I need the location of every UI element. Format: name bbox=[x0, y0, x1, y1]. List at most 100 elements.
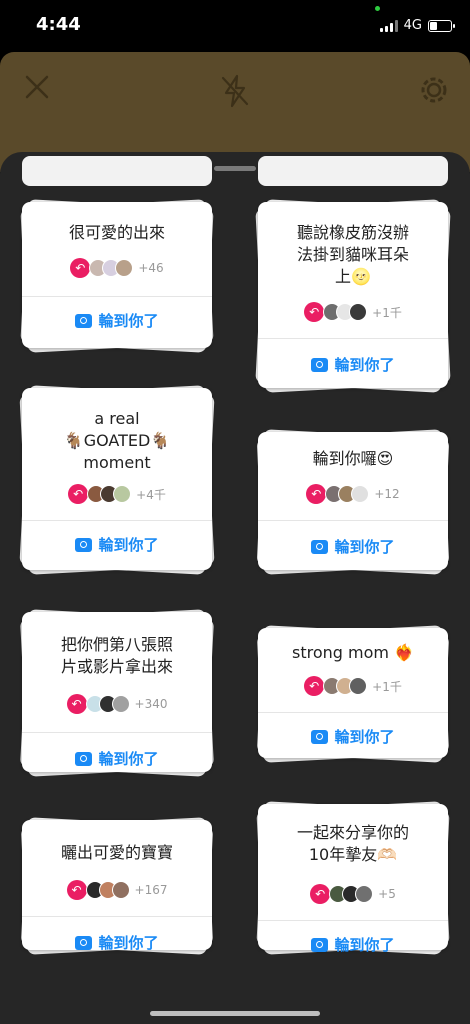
prompt-text: 很可愛的出來 bbox=[22, 222, 212, 244]
your-turn-label: 輪到你了 bbox=[98, 750, 159, 768]
participants-row: ↶ +340 bbox=[22, 694, 212, 714]
participants-row: ↶ +5 bbox=[258, 884, 448, 904]
card-face: 曬出可愛的寶寶 ↶ +167 輪到你了 bbox=[22, 820, 212, 953]
card-face: 很可愛的出來 ↶ +46 輪到你了 bbox=[22, 202, 212, 348]
prompt-text: 一起來分享你的 10年摯友🫶🏻 bbox=[258, 822, 448, 866]
reply-icon: ↶ bbox=[70, 258, 91, 278]
your-turn-button[interactable]: 輪到你了 bbox=[258, 536, 448, 557]
divider bbox=[22, 916, 212, 917]
prompt-line: 10年摯友🫶🏻 bbox=[308, 845, 398, 864]
card-face: 聽說橡皮筋沒辦 法掛到貓咪耳朵 上🌝 ↶ +1千輪到你了 bbox=[258, 202, 448, 388]
status-time: 4:44 bbox=[36, 14, 81, 35]
prompt-card[interactable]: 很可愛的出來 ↶ +46 輪到你了 bbox=[20, 199, 214, 353]
divider bbox=[22, 732, 212, 733]
avatar bbox=[349, 677, 368, 695]
prompt-card[interactable]: 聽說橡皮筋沒辦 法掛到貓咪耳朵 上🌝 ↶ +1千輪到你了 bbox=[255, 199, 451, 393]
prompt-card[interactable]: 輪到你囉😍 ↶ +12 輪到你了 bbox=[256, 429, 450, 575]
card-face: 把你們第八張照 片或影片拿出來 ↶ +340 輪到你了 bbox=[22, 612, 212, 772]
card-face: strong mom ❤️‍🔥 ↶ +1千輪到你了 bbox=[258, 628, 448, 758]
participants-row: ↶ +1千 bbox=[258, 676, 448, 696]
participant-count: +340 bbox=[134, 697, 168, 711]
prompt-line: 🐐GOATED🐐 bbox=[63, 431, 171, 450]
close-icon[interactable] bbox=[24, 74, 50, 106]
reply-icon: ↶ bbox=[66, 694, 87, 714]
card-face: 一起來分享你的 10年摯友🫶🏻 ↶ +5 輪到你了 bbox=[258, 804, 448, 954]
camera-icon bbox=[75, 313, 93, 328]
prompt-line: 輪到你囉😍 bbox=[312, 449, 394, 468]
divider bbox=[258, 520, 448, 521]
prompt-line: 聽說橡皮筋沒辦 bbox=[296, 223, 409, 242]
reply-icon: ↶ bbox=[310, 884, 331, 904]
settings-icon[interactable] bbox=[418, 74, 450, 112]
sheet-grabber[interactable] bbox=[214, 166, 256, 171]
prompt-card[interactable]: strong mom ❤️‍🔥 ↶ +1千輪到你了 bbox=[256, 625, 450, 763]
card-face: 輪到你囉😍 ↶ +12 輪到你了 bbox=[258, 432, 448, 570]
participants-row: ↶ +1千 bbox=[258, 302, 448, 322]
prompt-text: 把你們第八張照 片或影片拿出來 bbox=[22, 634, 212, 678]
prompt-card[interactable]: 曬出可愛的寶寶 ↶ +167 輪到你了 bbox=[20, 817, 214, 955]
participants-row: ↶ +4千 bbox=[22, 484, 212, 504]
prompt-card[interactable]: a real 🐐GOATED🐐 moment ↶ +4千輪到你了 bbox=[19, 385, 215, 575]
your-turn-button[interactable]: 輪到你了 bbox=[22, 310, 212, 331]
divider bbox=[22, 520, 212, 521]
avatar bbox=[111, 881, 130, 899]
camera-icon bbox=[75, 935, 93, 950]
your-turn-button[interactable]: 輪到你了 bbox=[22, 932, 212, 953]
battery-icon bbox=[428, 19, 455, 32]
your-turn-button[interactable]: 輪到你了 bbox=[258, 354, 448, 375]
participant-count: +167 bbox=[134, 883, 168, 897]
prompt-line: 片或影片拿出來 bbox=[60, 657, 173, 676]
status-indicators: 4G bbox=[379, 18, 455, 33]
signal-icon bbox=[379, 19, 398, 32]
participant-count: +1千 bbox=[372, 305, 402, 320]
prompt-text: a real 🐐GOATED🐐 moment bbox=[22, 408, 212, 474]
flash-off-icon[interactable] bbox=[220, 74, 250, 114]
prompt-text: 聽說橡皮筋沒辦 法掛到貓咪耳朵 上🌝 bbox=[258, 222, 448, 288]
divider bbox=[258, 338, 448, 339]
prompt-card[interactable]: 把你們第八張照 片或影片拿出來 ↶ +340 輪到你了 bbox=[19, 609, 215, 777]
camera-icon bbox=[311, 357, 329, 372]
divider bbox=[258, 920, 448, 921]
camera-icon bbox=[311, 729, 329, 744]
prompt-line: 一起來分享你的 bbox=[296, 823, 409, 842]
your-turn-label: 輪到你了 bbox=[98, 536, 159, 554]
reply-icon: ↶ bbox=[306, 484, 327, 504]
card-face: a real 🐐GOATED🐐 moment ↶ +4千輪到你了 bbox=[22, 388, 212, 570]
your-turn-button[interactable]: 輪到你了 bbox=[22, 534, 212, 555]
your-turn-label: 輪到你了 bbox=[334, 936, 395, 954]
participants-row: ↶ +46 bbox=[22, 258, 212, 278]
camera-icon bbox=[75, 537, 93, 552]
prompt-text: 曬出可愛的寶寶 bbox=[22, 842, 212, 864]
divider bbox=[258, 712, 448, 713]
privacy-indicator-dot bbox=[375, 6, 380, 11]
prompts-sheet: 很可愛的出來 ↶ +46 輪到你了 聽說橡皮筋沒辦 法掛到貓咪耳朵 上🌝 ↶ +1千 輪到你了 a … bbox=[0, 152, 470, 1024]
your-turn-button[interactable]: 輪到你了 bbox=[258, 726, 448, 747]
your-turn-label: 輪到你了 bbox=[334, 538, 395, 556]
prompt-line: 法掛到貓咪耳朵 bbox=[296, 245, 409, 264]
your-turn-label: 輪到你了 bbox=[98, 312, 159, 330]
participant-count: +4千 bbox=[136, 487, 166, 502]
reply-icon: ↶ bbox=[66, 880, 87, 900]
your-turn-label: 輪到你了 bbox=[334, 356, 395, 374]
status-bar: 4:44 4G bbox=[0, 0, 470, 52]
home-indicator bbox=[150, 1011, 320, 1016]
prompt-card[interactable]: 一起來分享你的 10年摯友🫶🏻 ↶ +5 輪到你了 bbox=[256, 801, 450, 955]
participant-count: +5 bbox=[378, 887, 396, 901]
your-turn-button[interactable]: 輪到你了 bbox=[258, 934, 448, 955]
your-turn-label: 輪到你了 bbox=[334, 728, 395, 746]
network-label: 4G bbox=[403, 18, 422, 33]
reply-icon: ↶ bbox=[304, 302, 325, 322]
prompt-line: moment bbox=[83, 453, 151, 472]
prompt-line: a real bbox=[94, 409, 140, 428]
participant-count: +46 bbox=[138, 261, 164, 275]
camera-icon bbox=[311, 937, 329, 952]
participants-row: ↶ +167 bbox=[22, 880, 212, 900]
prompt-text: strong mom ❤️‍🔥 bbox=[258, 642, 448, 664]
prompt-line: strong mom ❤️‍🔥 bbox=[292, 643, 414, 662]
next-card-peek bbox=[258, 156, 448, 186]
prompt-line: 上🌝 bbox=[335, 267, 371, 286]
your-turn-button[interactable]: 輪到你了 bbox=[22, 748, 212, 769]
avatar bbox=[355, 885, 374, 903]
camera-icon bbox=[75, 751, 93, 766]
avatar bbox=[111, 695, 130, 713]
